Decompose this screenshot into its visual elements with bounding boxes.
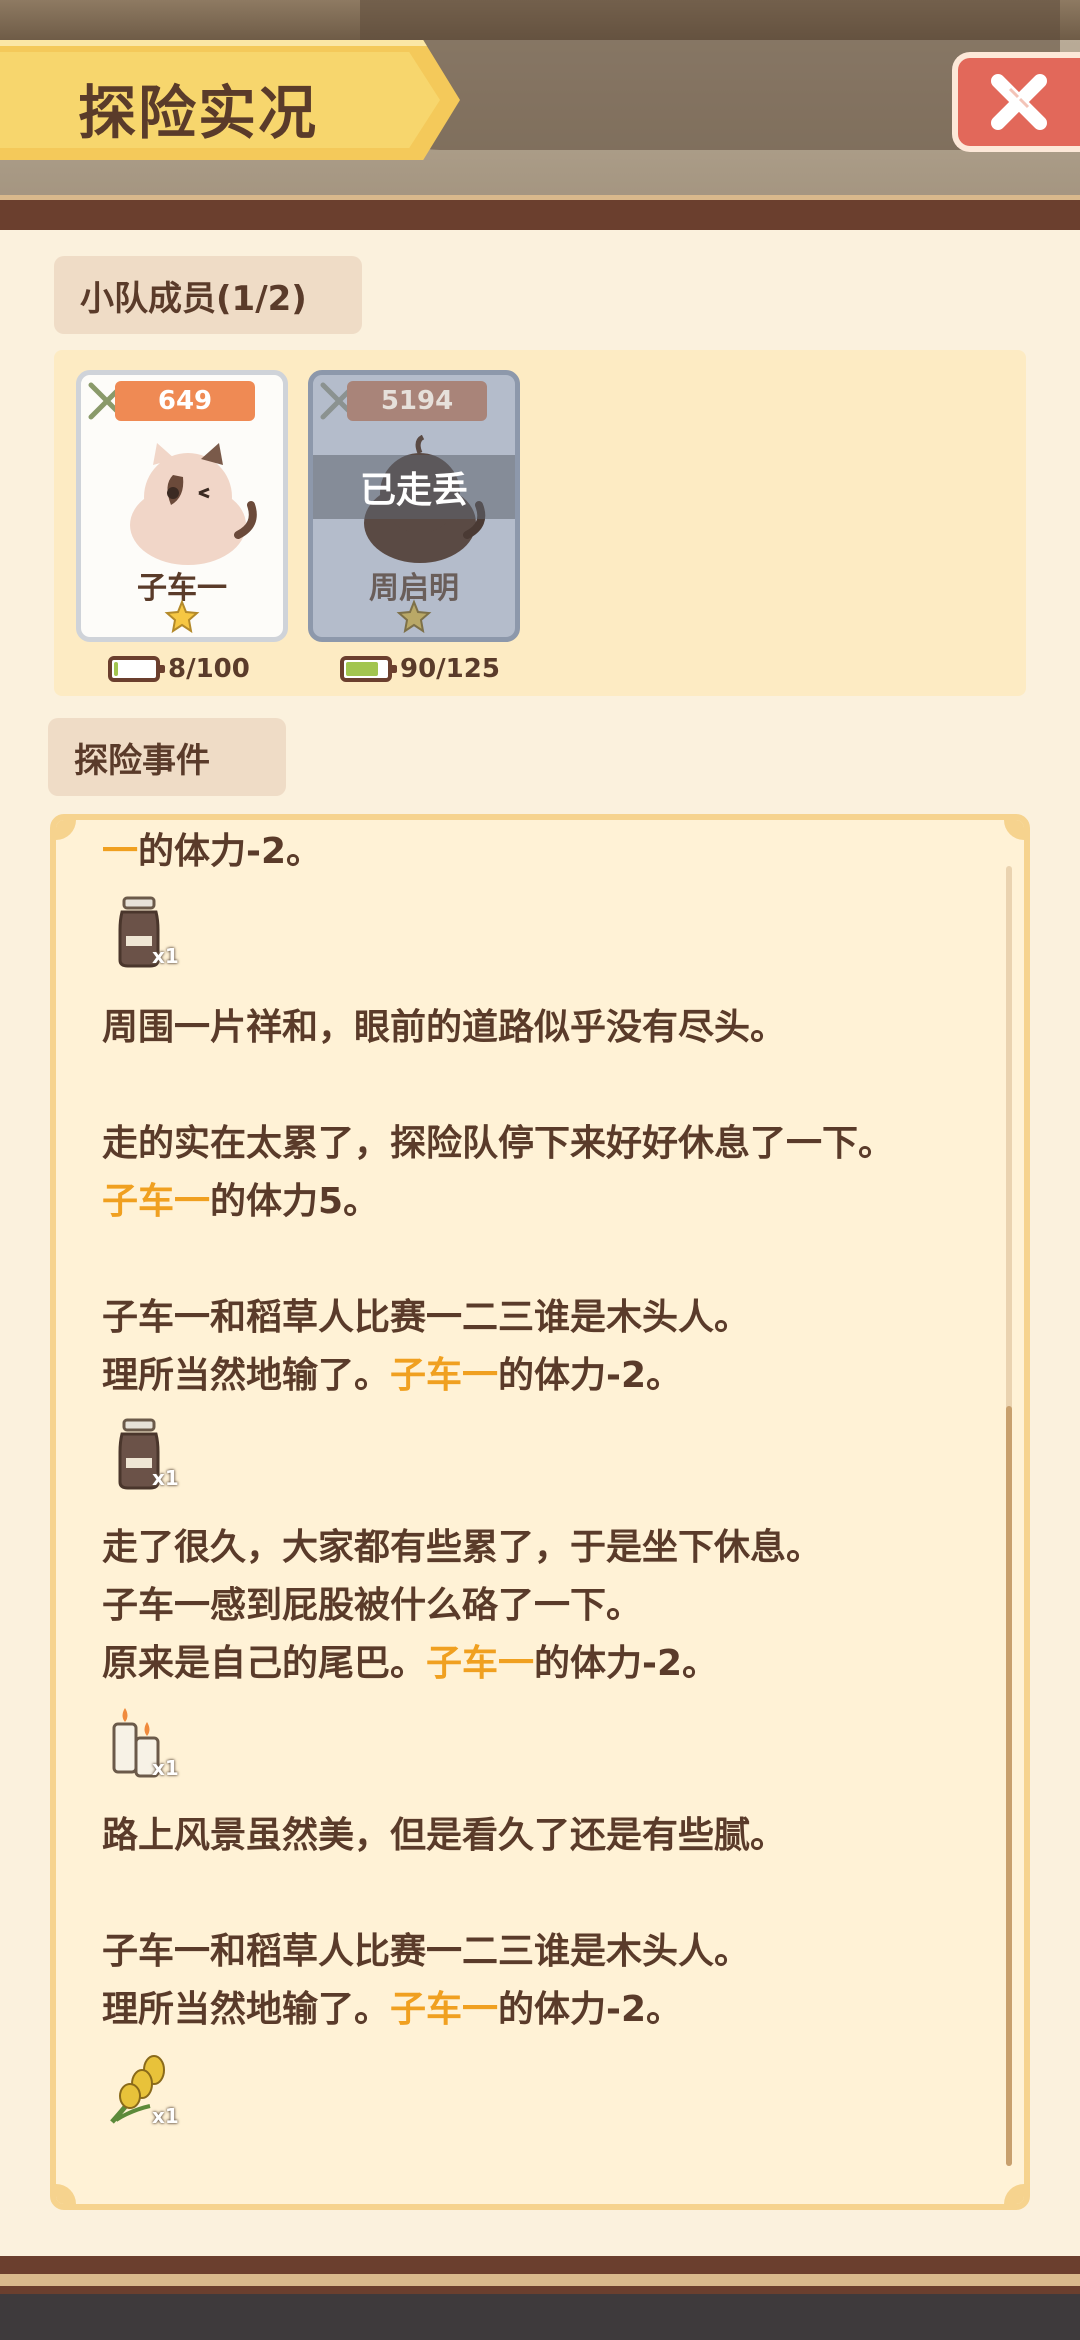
milk-bottle-icon: x1: [102, 890, 182, 970]
corner-ornament: [56, 820, 76, 840]
member-stamina: 90/125: [340, 654, 500, 684]
close-button[interactable]: [952, 52, 1080, 152]
item-quantity: x1: [152, 944, 179, 968]
event-line: 走的实在太累了，探险队停下来好好休息了一下。: [102, 1123, 895, 1164]
milk-bottle-icon: x1: [102, 1412, 182, 1492]
event-line: 路上风景虽然美，但是看久了还是有些腻。: [102, 1815, 787, 1856]
bottom-tab-strip[interactable]: [0, 2294, 1080, 2340]
lost-status-banner: 已走丢: [313, 455, 515, 519]
member-card[interactable]: 649 子车一: [76, 370, 288, 642]
wheat-icon: x1: [102, 2050, 182, 2130]
event-line: 原来是自己的尾巴。子车一的体力-2。: [102, 1643, 719, 1684]
event-line: 一的体力-2。: [102, 831, 323, 872]
corner-ornament: [1004, 820, 1024, 840]
item-quantity: x1: [152, 2104, 179, 2128]
shelf-bar: [0, 200, 1080, 230]
member-stamina: 8/100: [108, 654, 250, 684]
power-value: 649: [115, 381, 255, 421]
battery-fill: [114, 662, 118, 676]
corner-ornament: [56, 2184, 76, 2204]
stamina-value: 90/125: [400, 654, 500, 684]
member-card[interactable]: 5194 已走丢 周启明: [308, 370, 520, 642]
battery-icon: [108, 656, 165, 682]
close-icon: [991, 74, 1047, 130]
candles-icon: x1: [102, 1702, 182, 1782]
event-line: 子车一感到屁股被什么硌了一下。: [102, 1585, 643, 1626]
event-line: 子车一的体力5。: [102, 1181, 380, 1222]
stamina-value: 8/100: [168, 654, 250, 684]
scrollbar-thumb[interactable]: [1006, 1406, 1012, 2166]
event-line: 子车一和稻草人比赛一二三谁是木头人。: [102, 1297, 751, 1338]
event-line: 理所当然地输了。子车一的体力-2。: [102, 1355, 683, 1396]
battery-icon: [340, 656, 397, 682]
cat-portrait-icon: [130, 443, 257, 565]
battery-fill: [346, 662, 378, 676]
item-quantity: x1: [152, 1756, 179, 1780]
event-line: 理所当然地输了。子车一的体力-2。: [102, 1989, 683, 2030]
team-section-label: 小队成员(1/2): [54, 256, 362, 334]
bottom-stripe: [0, 2274, 1080, 2286]
star-icon: [396, 599, 432, 634]
star-icon: [164, 599, 200, 634]
events-log[interactable]: 一的体力-2。 x1 周围一片祥和，眼前的道路似乎没有尽头。 走的实在太累了，探…: [50, 814, 1030, 2210]
corner-ornament: [1004, 2184, 1024, 2204]
power-value: 5194: [347, 381, 487, 421]
event-line: 周围一片祥和，眼前的道路似乎没有尽头。: [102, 1007, 787, 1048]
bottom-bar: [0, 2256, 1080, 2340]
events-section-label: 探险事件: [48, 718, 286, 796]
event-line: 走了很久，大家都有些累了，于是坐下休息。: [102, 1527, 823, 1568]
page-title: 探险实况: [78, 79, 319, 147]
item-quantity: x1: [152, 1466, 179, 1490]
event-line: 子车一和稻草人比赛一二三谁是木头人。: [102, 1931, 751, 1972]
